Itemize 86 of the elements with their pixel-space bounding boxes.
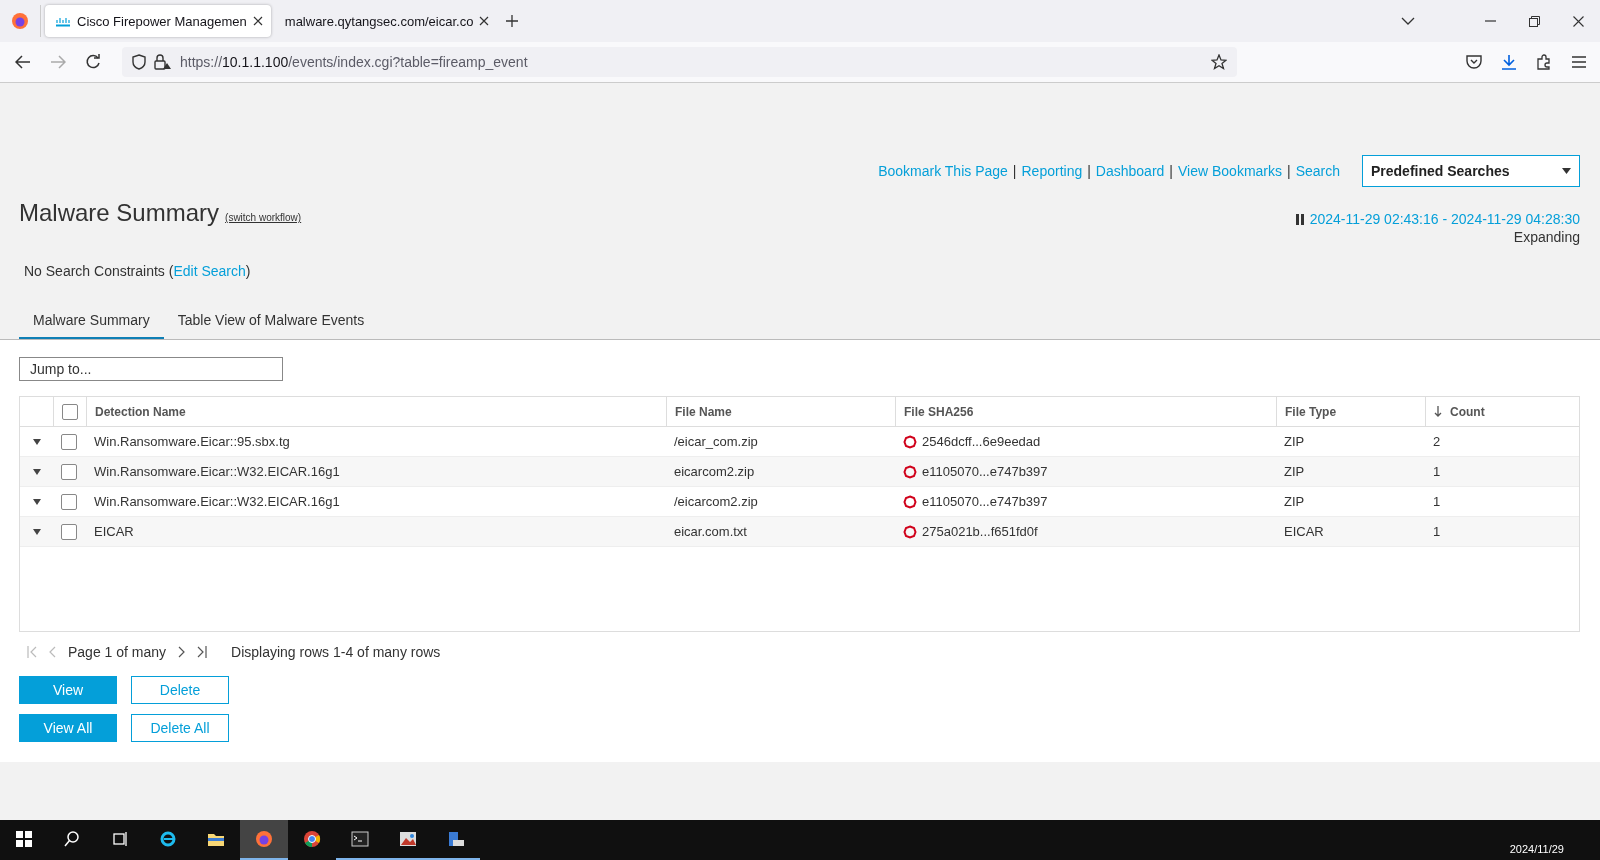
windows-logo-icon bbox=[15, 830, 33, 848]
table-cell-text: 2 bbox=[1432, 434, 1442, 449]
pause-icon[interactable] bbox=[1295, 213, 1304, 225]
table-cell: e1105070...e747b397 bbox=[922, 494, 1048, 509]
column-header[interactable]: File SHA256 bbox=[904, 404, 974, 419]
table-cell-text: EICAR bbox=[1283, 524, 1325, 539]
image-window-icon bbox=[399, 830, 417, 848]
table-cell: 275a021b...f651fd0f bbox=[922, 524, 1038, 539]
table-cell-text: 1 bbox=[1432, 524, 1442, 539]
view-tab[interactable]: Table View of Malware Events bbox=[163, 303, 379, 341]
menu-icon[interactable] bbox=[1571, 56, 1586, 68]
link-separator: | bbox=[1012, 163, 1017, 179]
firefox-icon bbox=[255, 830, 273, 848]
table-cell-text: 1 bbox=[1432, 494, 1442, 509]
plus-icon[interactable] bbox=[506, 15, 519, 27]
close-icon[interactable] bbox=[1572, 15, 1584, 27]
shield-icon[interactable] bbox=[132, 54, 146, 70]
star-icon[interactable] bbox=[1211, 54, 1227, 70]
cisco-logo-icon bbox=[55, 15, 71, 27]
minimize-icon[interactable] bbox=[1484, 20, 1496, 22]
terminal-icon bbox=[351, 830, 369, 848]
table-cell-text: 1 bbox=[1432, 464, 1442, 479]
page-indicator: Page 1 of many bbox=[68, 644, 167, 660]
malware-badge-icon bbox=[903, 434, 917, 449]
chrome-icon bbox=[303, 830, 321, 848]
firefox-icon[interactable] bbox=[11, 12, 29, 30]
pocket-icon[interactable] bbox=[1465, 55, 1482, 69]
malware-badge-icon bbox=[903, 524, 917, 539]
row-checkbox[interactable] bbox=[61, 493, 77, 510]
internet-explorer-icon bbox=[159, 830, 177, 848]
task-view-icon bbox=[111, 830, 129, 848]
link-separator: | bbox=[1169, 163, 1173, 179]
predefined-searches-dropdown[interactable]: Predefined Searches bbox=[1362, 155, 1580, 187]
row-checkbox[interactable] bbox=[61, 433, 77, 450]
table-cell: 2546dcff...6e9eedad bbox=[922, 434, 1041, 449]
table-cell-text: eicarcom2.zip bbox=[673, 464, 756, 479]
last-page-icon[interactable] bbox=[197, 646, 208, 658]
jump-to-field[interactable]: Jump to... bbox=[19, 357, 283, 381]
select-all-checkbox[interactable] bbox=[62, 403, 78, 420]
rows-display-text: Displaying rows 1-4 of many rows bbox=[231, 644, 441, 660]
column-header[interactable]: Detection Name bbox=[95, 404, 186, 419]
sort-down-arrow-icon[interactable] bbox=[1434, 406, 1442, 417]
table-cell-text: ZIP bbox=[1283, 434, 1306, 449]
browser-tab[interactable]: Cisco Firepower Managemen bbox=[45, 5, 271, 37]
switch-workflow-link[interactable]: (switch workflow) bbox=[225, 212, 302, 223]
table-cell-text: ZIP bbox=[1283, 464, 1306, 479]
server-manager-icon bbox=[447, 830, 465, 848]
chevron-down-icon[interactable] bbox=[1401, 17, 1415, 25]
restore-icon[interactable] bbox=[1528, 15, 1540, 27]
table-cell-text: /eicar_com.zip bbox=[673, 434, 759, 449]
extensions-icon[interactable] bbox=[1535, 54, 1552, 70]
back-arrow-icon[interactable] bbox=[14, 55, 31, 69]
caret-down-icon[interactable] bbox=[33, 528, 41, 535]
browser-tab[interactable]: malware.qytangsec.com/eicar.co bbox=[274, 5, 498, 37]
caret-down-icon[interactable] bbox=[33, 498, 41, 505]
row-checkbox[interactable] bbox=[61, 523, 77, 540]
link-separator: | bbox=[1087, 163, 1091, 179]
table-cell-text: Win.Ransomware.Eicar::W32.EICAR.16g1 bbox=[93, 494, 341, 509]
table-cell-text: ZIP bbox=[1283, 494, 1306, 509]
page-title: Malware Summary bbox=[19, 199, 220, 227]
taskbar-date: 2024/11/29 bbox=[1509, 842, 1565, 855]
column-header[interactable]: File Name bbox=[675, 404, 732, 419]
time-status: Expanding bbox=[1513, 229, 1580, 245]
column-header[interactable]: File Type bbox=[1285, 404, 1337, 419]
caret-down-icon bbox=[1562, 168, 1571, 174]
reload-icon[interactable] bbox=[84, 54, 101, 70]
caret-down-icon[interactable] bbox=[33, 438, 41, 445]
close-icon[interactable] bbox=[252, 16, 263, 26]
table-cell: e1105070...e747b397 bbox=[922, 464, 1048, 479]
malware-badge-icon bbox=[903, 494, 917, 509]
caret-down-icon[interactable] bbox=[33, 468, 41, 475]
table-cell-text: Win.Ransomware.Eicar::95.sbx.tg bbox=[93, 434, 291, 449]
next-page-icon[interactable] bbox=[178, 646, 186, 658]
search-constraints-text: No Search Constraints (Edit Search) bbox=[24, 263, 252, 279]
link-separator: | bbox=[1287, 163, 1291, 179]
table-cell-text: EICAR bbox=[93, 524, 135, 539]
lock-warning-icon[interactable] bbox=[154, 54, 172, 70]
malware-badge-icon bbox=[903, 464, 917, 479]
download-icon[interactable] bbox=[1500, 54, 1517, 70]
column-header[interactable]: Count bbox=[1450, 404, 1485, 419]
table-cell-text: Win.Ransomware.Eicar::W32.EICAR.16g1 bbox=[93, 464, 341, 479]
close-icon[interactable] bbox=[479, 16, 490, 26]
table-cell-text: /eicarcom2.zip bbox=[673, 494, 759, 509]
search-icon bbox=[63, 830, 81, 848]
row-checkbox[interactable] bbox=[61, 463, 77, 480]
table-cell-text: eicar.com.txt bbox=[673, 524, 748, 539]
